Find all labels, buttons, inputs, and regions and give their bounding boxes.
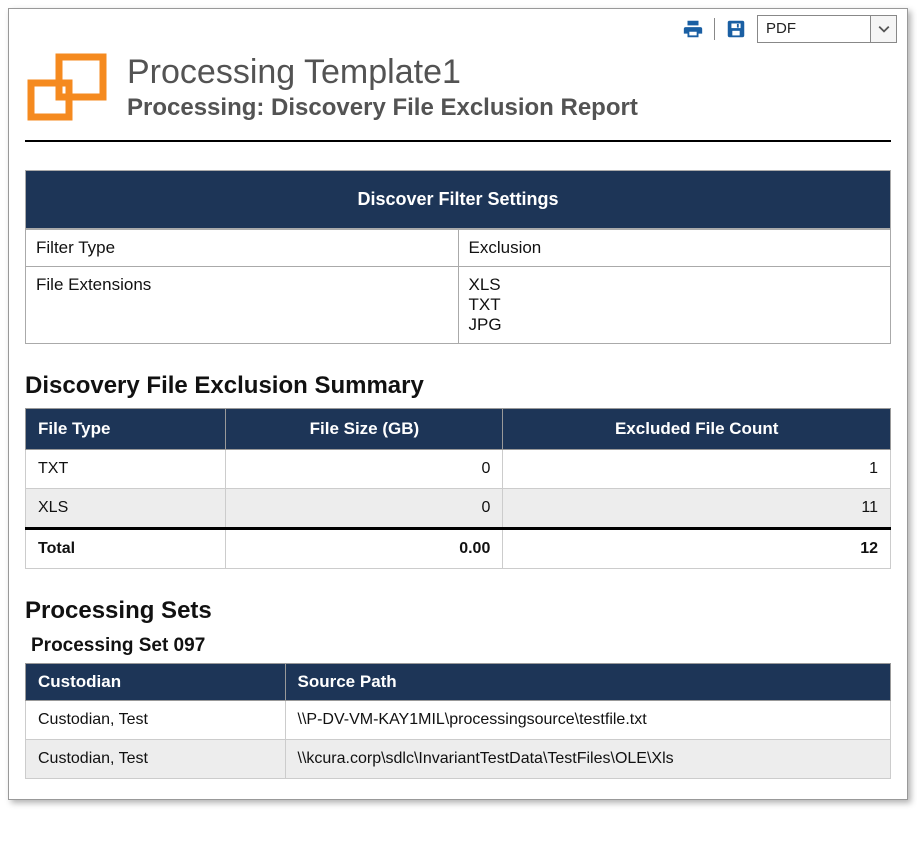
summary-table: File Type File Size (GB) Excluded File C… (25, 408, 891, 569)
processing-set-name: Processing Set 097 (31, 635, 891, 657)
report-content: Processing Template1 Processing: Discove… (9, 47, 907, 799)
page-title: Processing Template1 (127, 53, 638, 92)
report-page: PDF Processing Template1 Processing: Dis… (8, 8, 908, 800)
col-source-path: Source Path (285, 664, 891, 701)
toolbar: PDF (9, 9, 907, 47)
col-file-type: File Type (26, 409, 226, 450)
table-row: Custodian, Test \\P-DV-VM-KAY1MIL\proces… (26, 701, 891, 740)
processing-sets-heading: Processing Sets (25, 597, 891, 625)
export-format-select[interactable]: PDF (757, 15, 897, 43)
table-row: XLS 0 11 (26, 489, 891, 529)
filter-type-value: Exclusion (458, 230, 891, 267)
filter-settings-table: Filter Type Exclusion File Extensions XL… (25, 229, 891, 344)
table-row: TXT 0 1 (26, 450, 891, 489)
save-icon[interactable] (725, 18, 747, 40)
processing-set-table: Custodian Source Path Custodian, Test \\… (25, 663, 891, 779)
summary-heading: Discovery File Exclusion Summary (25, 372, 891, 400)
col-file-size: File Size (GB) (226, 409, 503, 450)
total-row: Total 0.00 12 (26, 529, 891, 569)
col-custodian: Custodian (26, 664, 286, 701)
filter-type-label: Filter Type (26, 230, 459, 267)
table-row: Custodian, Test \\kcura.corp\sdlc\Invari… (26, 740, 891, 779)
logo-icon (25, 53, 109, 130)
report-header: Processing Template1 Processing: Discove… (25, 47, 891, 142)
chevron-down-icon[interactable] (870, 16, 896, 42)
table-row: Filter Type Exclusion (26, 230, 891, 267)
print-icon[interactable] (682, 18, 704, 40)
file-extensions-value: XLS TXT JPG (458, 267, 891, 344)
page-subtitle: Processing: Discovery File Exclusion Rep… (127, 94, 638, 122)
table-row: File Extensions XLS TXT JPG (26, 267, 891, 344)
export-format-label: PDF (758, 16, 870, 42)
filter-settings-title: Discover Filter Settings (25, 170, 891, 229)
file-extensions-label: File Extensions (26, 267, 459, 344)
toolbar-divider (714, 18, 715, 40)
col-excluded-count: Excluded File Count (503, 409, 891, 450)
